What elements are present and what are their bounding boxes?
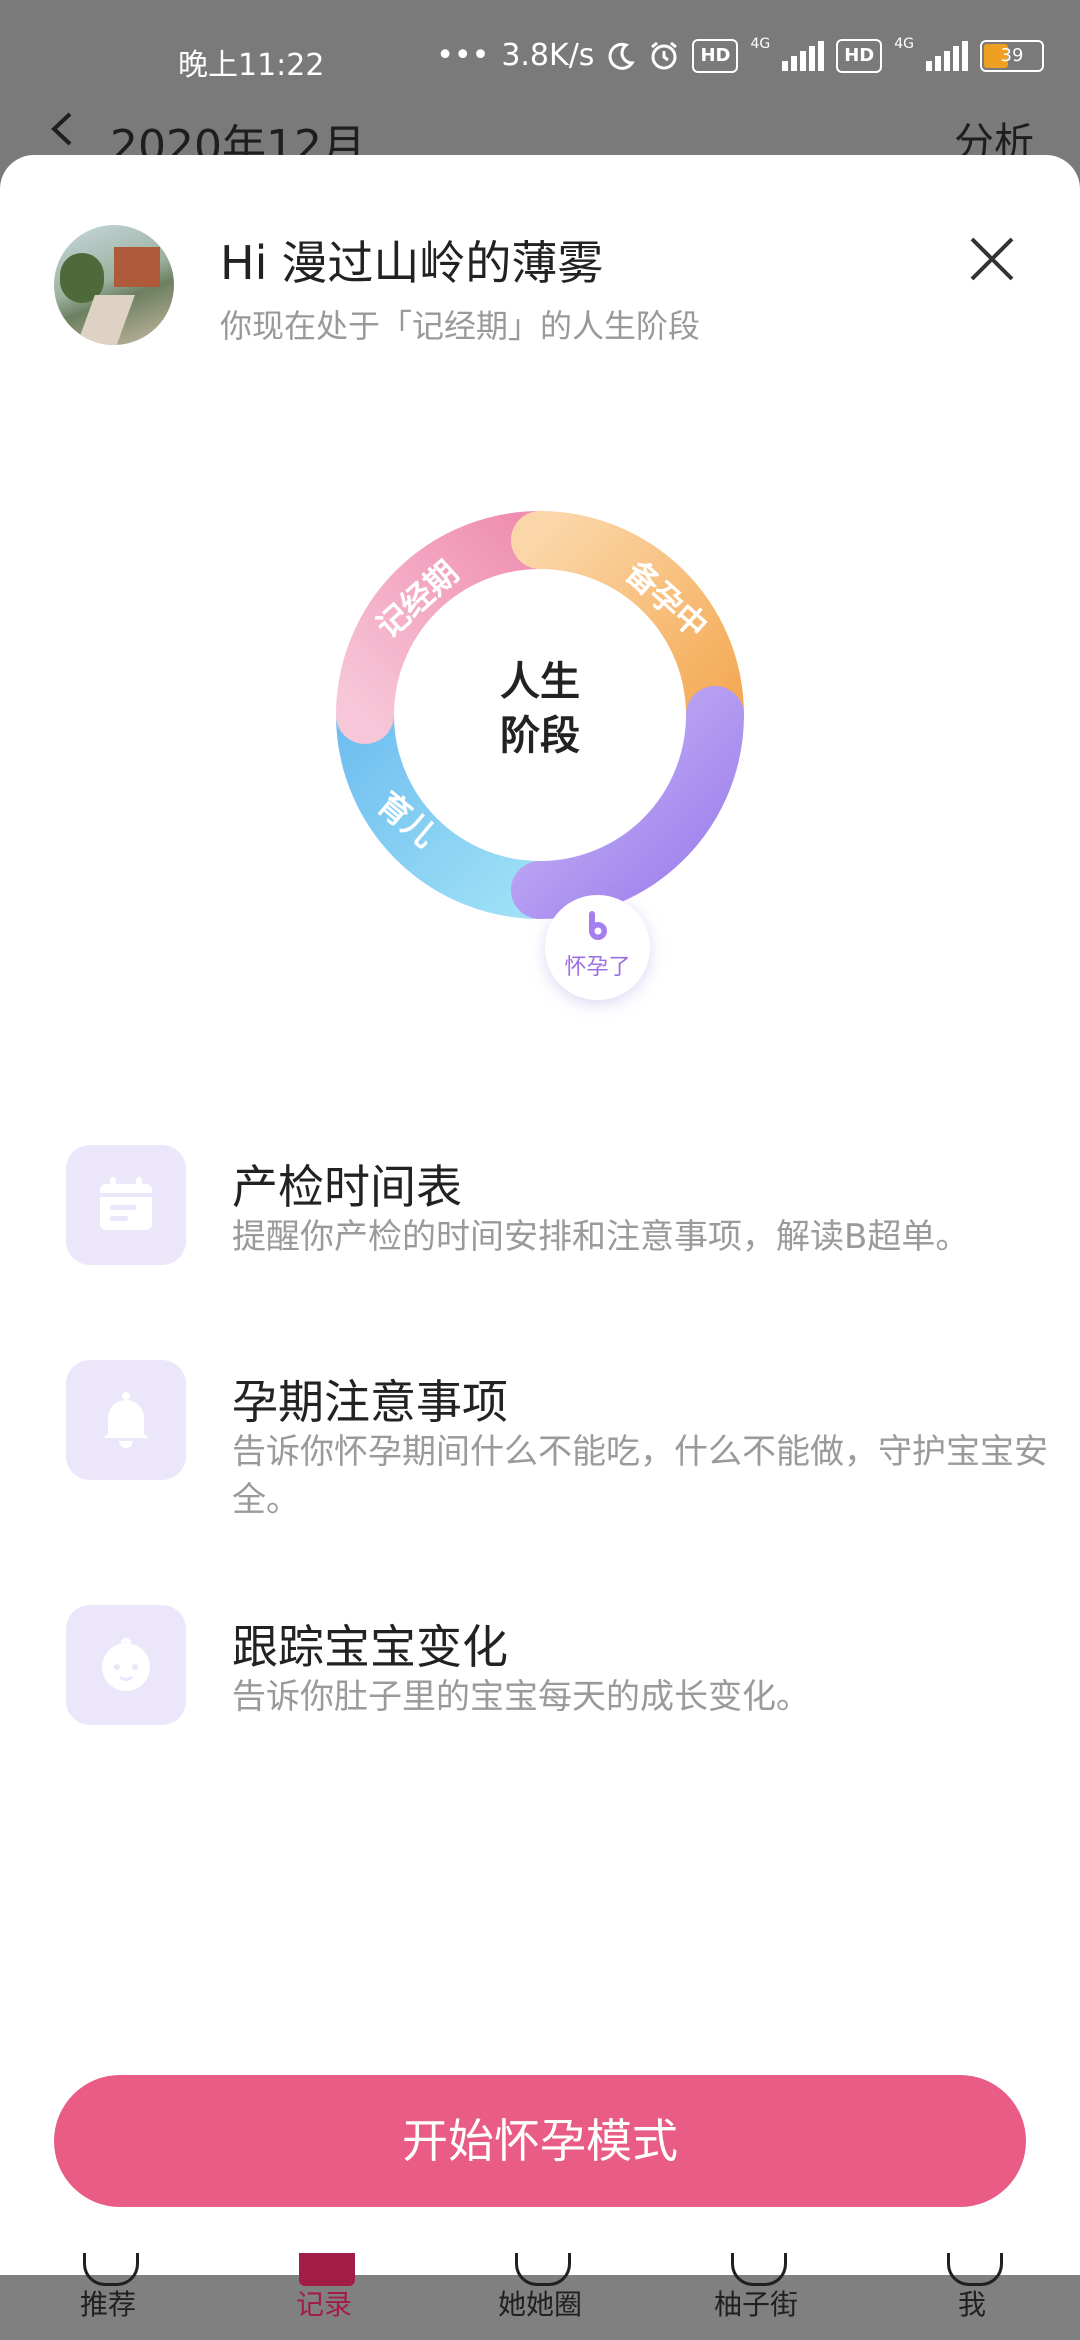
more-dots-icon: ••• <box>436 38 490 73</box>
battery-icon: 39 <box>980 39 1044 72</box>
profile-icon <box>947 2253 1003 2286</box>
back-icon[interactable] <box>44 112 78 146</box>
greeting: Hi 漫过山岭的薄雾 <box>220 227 603 293</box>
nav-item-shop[interactable]: 柚子街 <box>648 2253 864 2340</box>
status-time: 晚上11:22 <box>178 48 325 83</box>
chat-icon <box>515 2253 571 2286</box>
start-pregnancy-mode-button[interactable]: 开始怀孕模式 <box>54 2075 1026 2207</box>
record-icon <box>299 2253 355 2286</box>
ring-center-line2: 阶段 <box>500 713 580 759</box>
life-stage-ring: 人生 阶段 记经期 备孕中 育儿 怀孕了 <box>320 495 760 1000</box>
nav-label: 记录 <box>295 2288 352 2321</box>
nav-label: 推荐 <box>79 2288 136 2321</box>
username: 漫过山岭的薄雾 <box>281 236 604 290</box>
avatar <box>54 225 174 345</box>
life-stage-sheet: Hi 漫过山岭的薄雾 你现在处于「记经期」的人生阶段 人生 阶段 记经期 备孕中… <box>0 155 1080 2275</box>
feature-desc: 提醒你产检的时间安排和注意事项，解读B超单。 <box>232 1217 970 1257</box>
nav-item-recommend[interactable]: 推荐 <box>0 2253 216 2340</box>
ring-center-label: 人生 阶段 <box>320 655 760 763</box>
pregnant-icon <box>589 911 607 940</box>
network-speed: 3.8K/s <box>501 38 595 73</box>
shop-icon <box>731 2253 787 2286</box>
bell-icon <box>103 1392 149 1448</box>
nav-label: 我 <box>957 2288 986 2321</box>
signal-4g-icon: 4G <box>750 35 771 52</box>
baby-face-icon <box>102 1638 150 1691</box>
feature-title: 产检时间表 <box>232 1160 462 1214</box>
nav-item-me[interactable]: 我 <box>864 2253 1080 2340</box>
signal-bars-icon <box>782 40 825 71</box>
home-icon <box>83 2253 139 2286</box>
signal-4g-icon: 4G <box>894 35 914 52</box>
pregnant-label: 怀孕了 <box>564 955 631 980</box>
feature-title: 孕期注意事项 <box>232 1375 508 1429</box>
nav-item-record[interactable]: 记录 <box>216 2253 432 2340</box>
feature-desc: 告诉你怀孕期间什么不能吃，什么不能做，守护宝宝安全。 <box>232 1432 1048 1520</box>
status-bar: 晚上11:22 ••• 3.8K/s HD 4G HD 4G 39 <box>0 0 1080 120</box>
nav-label: 柚子街 <box>713 2288 798 2321</box>
feature-desc: 告诉你肚子里的宝宝每天的成长变化。 <box>232 1677 810 1717</box>
bottom-nav: 推荐 记录 她她圈 柚子街 我 <box>0 2253 1080 2340</box>
current-stage-text: 你现在处于「记经期」的人生阶段 <box>220 307 701 345</box>
battery-level: 39 <box>1000 44 1024 66</box>
status-icons: ••• 3.8K/s HD 4G HD 4G 39 <box>436 35 1044 73</box>
feature-icon-tile <box>66 1145 186 1265</box>
moon-icon <box>608 42 636 70</box>
hd-badge: HD <box>692 38 739 73</box>
nav-label: 她她圈 <box>497 2288 582 2321</box>
alarm-icon <box>651 41 678 69</box>
hd-badge: HD <box>836 38 883 73</box>
pregnant-stage-badge[interactable]: 怀孕了 <box>545 895 650 1000</box>
greeting-prefix: Hi <box>220 236 268 290</box>
close-icon[interactable] <box>966 233 1018 285</box>
calendar-icon <box>100 1177 152 1230</box>
ring-center-line1: 人生 <box>500 659 580 705</box>
feature-icon-tile <box>66 1360 186 1480</box>
feature-icon-tile <box>66 1605 186 1725</box>
nav-item-community[interactable]: 她她圈 <box>432 2253 648 2340</box>
signal-bars-icon <box>926 40 968 71</box>
feature-title: 跟踪宝宝变化 <box>232 1620 508 1674</box>
